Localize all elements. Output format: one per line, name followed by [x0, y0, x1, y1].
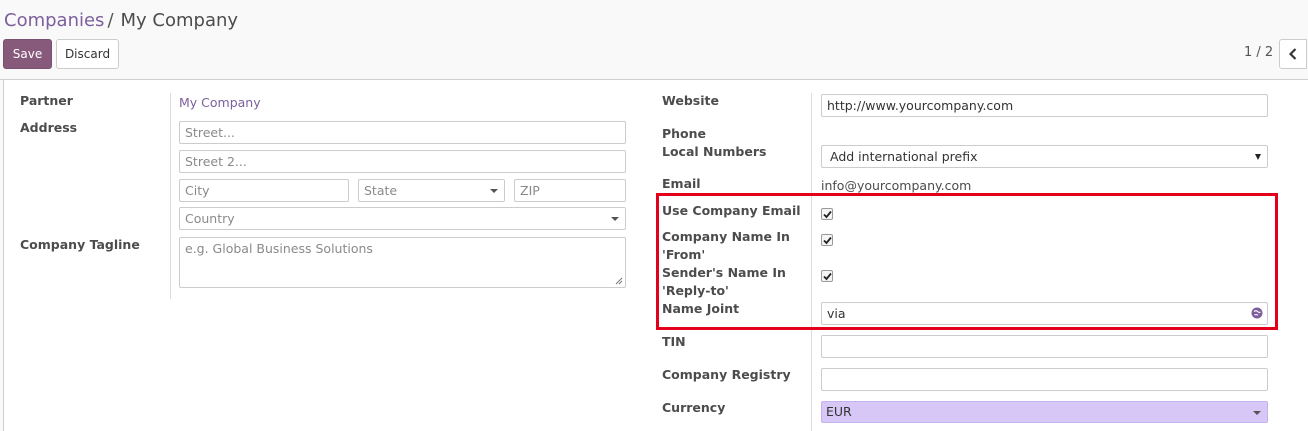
- control-panel: Companies / My Company Save Discard 1 / 2: [0, 0, 1308, 80]
- breadcrumb-separator: /: [107, 10, 114, 31]
- state-placeholder: State: [364, 183, 398, 198]
- tagline-placeholder: e.g. Global Business Solutions: [185, 241, 373, 256]
- email-label: Email: [662, 176, 701, 191]
- discard-button[interactable]: Discard: [56, 39, 119, 69]
- pager-previous-button[interactable]: [1279, 39, 1307, 69]
- local-numbers-select[interactable]: Add international prefix: [821, 145, 1268, 168]
- partner-link[interactable]: My Company: [179, 95, 261, 110]
- company-registry-label: Company Registry: [662, 367, 791, 382]
- tin-label: TIN: [662, 334, 686, 349]
- street-input[interactable]: Street...: [179, 121, 626, 144]
- country-select[interactable]: Country: [179, 207, 626, 230]
- company-tagline-textarea[interactable]: e.g. Global Business Solutions: [179, 237, 626, 288]
- breadcrumb-current: My Company: [120, 10, 239, 31]
- left-column-divider: [170, 93, 171, 299]
- phone-label: Phone: [662, 126, 707, 141]
- breadcrumb: Companies / My Company: [4, 10, 238, 31]
- country-placeholder: Country: [185, 211, 235, 226]
- caret-down-icon: [1255, 154, 1261, 160]
- breadcrumb-companies-link[interactable]: Companies: [4, 10, 104, 31]
- currency-label: Currency: [662, 400, 726, 415]
- city-input[interactable]: City: [179, 179, 349, 202]
- chevron-left-icon: [1289, 48, 1297, 60]
- website-label: Website: [662, 93, 719, 108]
- resize-grip-icon[interactable]: [615, 277, 623, 285]
- website-input[interactable]: http://www.yourcompany.com: [821, 94, 1268, 117]
- save-button[interactable]: Save: [3, 39, 52, 69]
- highlight-annotation-box: [656, 193, 1278, 330]
- caret-down-icon: [490, 189, 498, 193]
- caret-down-icon: [1253, 411, 1261, 415]
- partner-label: Partner: [20, 93, 73, 108]
- address-label: Address: [20, 120, 78, 135]
- pager-value[interactable]: 1 / 2: [1244, 45, 1273, 60]
- zip-input[interactable]: ZIP: [514, 179, 626, 202]
- company-tagline-label: Company Tagline: [20, 237, 140, 252]
- company-registry-input[interactable]: [821, 368, 1268, 391]
- caret-down-icon: [611, 217, 619, 221]
- local-numbers-label: Local Numbers: [662, 144, 767, 159]
- email-value: info@yourcompany.com: [821, 178, 972, 193]
- state-select[interactable]: State: [358, 179, 505, 202]
- local-numbers-value: Add international prefix: [830, 149, 978, 164]
- tin-input[interactable]: [821, 335, 1268, 358]
- street2-input[interactable]: Street 2...: [179, 150, 626, 173]
- currency-select[interactable]: EUR: [821, 401, 1268, 423]
- currency-value: EUR: [826, 404, 852, 419]
